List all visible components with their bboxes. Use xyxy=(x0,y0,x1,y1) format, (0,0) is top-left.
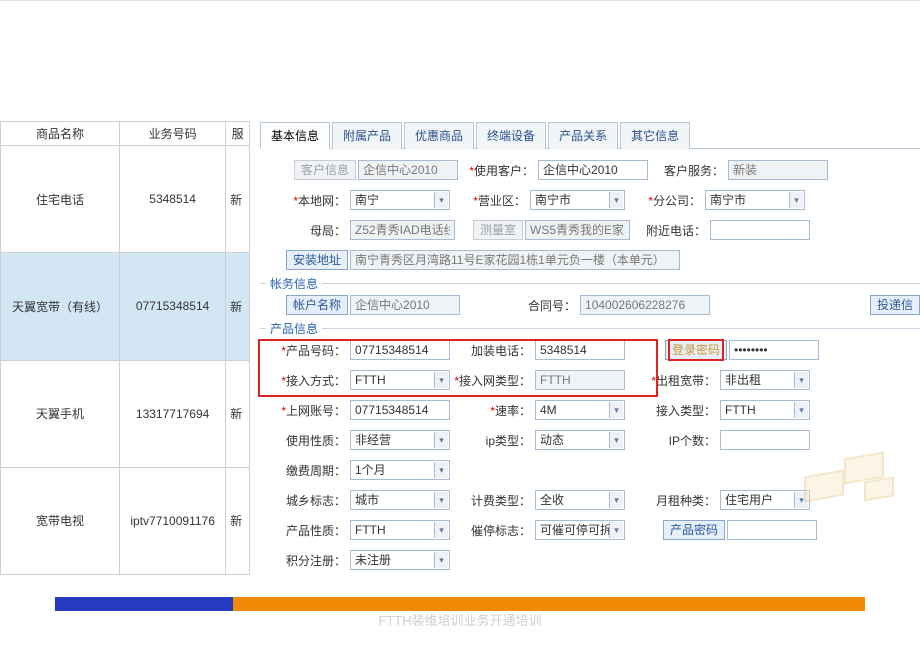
cell-name: 天翼手机 xyxy=(1,360,120,467)
ip-type-label: ip类型： xyxy=(450,432,535,449)
net-acct-label: 上网账号： xyxy=(260,402,350,419)
cell-num: 07715348514 xyxy=(120,253,226,360)
cell-num: 13317717694 xyxy=(120,360,226,467)
access-mode-label: 接入方式： xyxy=(260,372,350,389)
cell-num: 5348514 xyxy=(120,146,226,253)
bill-type-label: 计费类型： xyxy=(450,492,535,509)
cell-flag: 新 xyxy=(226,253,250,360)
table-row[interactable]: 宽带电视 iptv7710091176 新 xyxy=(1,467,250,574)
tab-bar: 基本信息附属产品优惠商品终端设备产品关系其它信息 xyxy=(260,121,920,149)
footer-bar xyxy=(55,597,865,611)
cell-flag: 新 xyxy=(226,467,250,574)
prod-pwd-button[interactable]: 产品密码 xyxy=(663,520,725,540)
use-customer-label: 使用客户： xyxy=(458,162,538,179)
table-row[interactable]: 天翼手机 13317717694 新 xyxy=(1,360,250,467)
rate-select[interactable] xyxy=(535,400,625,420)
tab-1[interactable]: 附属产品 xyxy=(332,122,402,149)
bureau-label: 母局： xyxy=(260,222,350,239)
local-net-label: 本地网： xyxy=(260,192,350,209)
install-addr-button[interactable]: 安装地址 xyxy=(286,250,348,270)
urban-select[interactable] xyxy=(350,490,450,510)
install-addr-input xyxy=(350,250,680,270)
access-type-select[interactable] xyxy=(720,400,810,420)
tab-5[interactable]: 其它信息 xyxy=(620,122,690,149)
decoration-icon xyxy=(784,445,914,505)
prod-nature-select[interactable] xyxy=(350,520,450,540)
branch-label: 分公司： xyxy=(625,192,705,209)
deliver-button[interactable]: 投递信 xyxy=(870,295,920,315)
tab-3[interactable]: 终端设备 xyxy=(476,122,546,149)
urban-label: 城乡标志： xyxy=(260,492,350,509)
col-flag: 服 xyxy=(226,122,250,146)
prod-no-label: 产品号码： xyxy=(260,342,350,359)
ip-type-select[interactable] xyxy=(535,430,625,450)
cust-svc-input xyxy=(728,160,828,180)
account-section-title: 帐务信息 xyxy=(266,275,322,292)
account-name-button[interactable]: 帐户名称 xyxy=(286,295,348,315)
bureau-input xyxy=(350,220,455,240)
urge-flag-label: 催停标志： xyxy=(450,522,535,539)
area-button[interactable]: 测量室 xyxy=(473,220,523,240)
tab-4[interactable]: 产品关系 xyxy=(548,122,618,149)
biz-area-select[interactable] xyxy=(530,190,625,210)
use-customer-input[interactable] xyxy=(538,160,648,180)
points-reg-label: 积分注册： xyxy=(260,552,350,569)
month-rent-kind-label: 月租种类： xyxy=(625,492,720,509)
cell-flag: 新 xyxy=(226,360,250,467)
table-row[interactable]: 天翼宽带（有线） 07715348514 新 xyxy=(1,253,250,360)
add-tel-input[interactable] xyxy=(535,340,625,360)
contract-label: 合同号： xyxy=(460,297,580,314)
rent-bb-select[interactable] xyxy=(720,370,810,390)
prod-pwd-input[interactable] xyxy=(727,520,817,540)
customer-info-button[interactable]: 客户信息 xyxy=(294,160,356,180)
detail-panel: 基本信息附属产品优惠商品终端设备产品关系其它信息 客户信息 使用客户： 客户服务… xyxy=(250,121,920,575)
biz-area-label: 营业区： xyxy=(450,192,530,209)
near-tel-label: 附近电话： xyxy=(630,222,710,239)
col-num: 业务号码 xyxy=(120,122,226,146)
contract-input xyxy=(580,295,710,315)
table-row[interactable]: 住宅电话 5348514 新 xyxy=(1,146,250,253)
branch-select[interactable] xyxy=(705,190,805,210)
points-reg-select[interactable] xyxy=(350,550,450,570)
col-name: 商品名称 xyxy=(1,122,120,146)
cell-name: 住宅电话 xyxy=(1,146,120,253)
tab-2[interactable]: 优惠商品 xyxy=(404,122,474,149)
product-list-table: 商品名称 业务号码 服 住宅电话 5348514 新天翼宽带（有线） 07715… xyxy=(0,121,250,575)
product-section-title: 产品信息 xyxy=(266,320,322,337)
access-mode-select[interactable] xyxy=(350,370,450,390)
local-net-select[interactable] xyxy=(350,190,450,210)
cell-name: 天翼宽带（有线） xyxy=(1,253,120,360)
login-pwd-input[interactable] xyxy=(729,340,819,360)
rate-label: 速率： xyxy=(450,402,535,419)
net-acct-input[interactable] xyxy=(350,400,450,420)
fee-cycle-label: 缴费周期： xyxy=(260,462,350,479)
login-pwd-button[interactable]: 登录密码 xyxy=(665,340,727,360)
ip-count-label: IP个数： xyxy=(625,432,720,449)
use-nature-select[interactable] xyxy=(350,430,450,450)
area-input xyxy=(525,220,630,240)
bill-type-select[interactable] xyxy=(535,490,625,510)
account-name-input xyxy=(350,295,460,315)
prod-no-input[interactable] xyxy=(350,340,450,360)
near-tel-input[interactable] xyxy=(710,220,810,240)
rent-bb-label: 出租宽带： xyxy=(625,372,720,389)
access-net-type-label: 接入网类型： xyxy=(450,372,535,389)
footer-text: FTTH装维培训业务开通培训 xyxy=(0,610,920,629)
fee-cycle-select[interactable] xyxy=(350,460,450,480)
urge-flag-select[interactable] xyxy=(535,520,625,540)
cell-name: 宽带电视 xyxy=(1,467,120,574)
cust-svc-label: 客户服务： xyxy=(648,162,728,179)
cell-flag: 新 xyxy=(226,146,250,253)
access-net-type-input xyxy=(535,370,625,390)
customer-name xyxy=(358,160,458,180)
cell-num: iptv7710091176 xyxy=(120,467,226,574)
access-type-label: 接入类型： xyxy=(625,402,720,419)
tab-0[interactable]: 基本信息 xyxy=(260,122,330,149)
use-nature-label: 使用性质： xyxy=(260,432,350,449)
prod-nature-label: 产品性质： xyxy=(260,522,350,539)
add-tel-label: 加装电话： xyxy=(450,342,535,359)
